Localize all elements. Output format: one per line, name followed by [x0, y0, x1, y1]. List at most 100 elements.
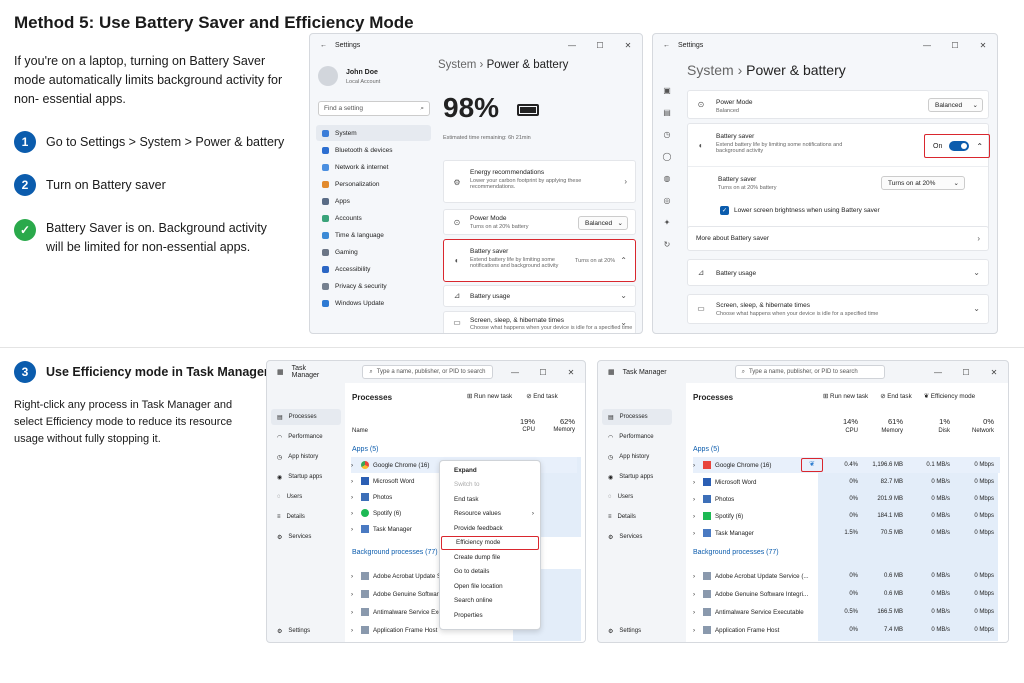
minimize-icon[interactable]: —: [558, 41, 586, 50]
energy-recommendations-card[interactable]: ⚙ Energy recommendations Lower your carbon…: [443, 160, 636, 203]
close-icon[interactable]: ✕: [980, 368, 1008, 377]
table-row[interactable]: › Microsoft Word 0% 82.7 MB 0 MB/s 0 Mbps: [693, 474, 1000, 490]
minimize-icon[interactable]: —: [913, 41, 941, 50]
person-icon[interactable]: ◯: [659, 152, 675, 161]
sidebar-item-startup[interactable]: ◉ Startup apps: [271, 469, 341, 485]
nav-item-update[interactable]: Windows Update: [316, 295, 431, 311]
cpu-column-header[interactable]: CPU: [818, 428, 858, 434]
end-task-button[interactable]: ⊘ End task: [880, 393, 912, 400]
process-search-input[interactable]: ⌕ Type a name, publisher, or PID to searc…: [734, 365, 885, 379]
disk-column-header[interactable]: Disk: [910, 428, 950, 434]
close-icon[interactable]: ✕: [557, 368, 585, 377]
menu-item-resource-values[interactable]: Resource values ›: [440, 507, 540, 522]
nav-item-personalization[interactable]: Personalization: [316, 176, 431, 192]
sidebar-item-performance[interactable]: ◠ Performance: [602, 429, 672, 445]
nav-item-privacy[interactable]: Privacy & security: [316, 278, 431, 294]
battery-saver-card[interactable]: ◐ Battery saver Extend battery life by lim…: [443, 239, 636, 282]
network-column-header[interactable]: Network: [954, 428, 994, 434]
expand-chevron-icon[interactable]: ›: [693, 573, 703, 580]
menu-item-search-online[interactable]: Search online: [440, 594, 540, 609]
menu-item-go-to-details[interactable]: Go to details: [440, 565, 540, 580]
sidebar-item-users[interactable]: ◌ Users: [271, 489, 341, 505]
sidebar-item-settings[interactable]: ⚙ Settings: [602, 623, 672, 639]
cpu-column-header[interactable]: CPU: [511, 427, 535, 433]
expand-chevron-icon[interactable]: ›: [351, 478, 361, 485]
table-row[interactable]: › Antimalware Service Executable 0.5% 166.5…: [693, 604, 1000, 620]
expand-chevron-icon[interactable]: ›: [351, 494, 361, 501]
battery-usage-card[interactable]: ⊿ Battery usage ⌄: [443, 285, 636, 307]
end-task-button[interactable]: ⊘ End task: [526, 393, 558, 400]
sidebar-item-processes[interactable]: ▤ Processes: [271, 409, 341, 425]
nav-item-network[interactable]: Network & internet: [316, 159, 431, 175]
search-input[interactable]: Find a setting ⌕: [318, 101, 430, 116]
maximize-icon[interactable]: ☐: [952, 368, 980, 377]
memory-column-header[interactable]: Memory: [545, 427, 575, 433]
battery-usage-card[interactable]: ⊿ Battery usage ⌄: [687, 259, 989, 286]
run-new-task-button[interactable]: ⊞ Run new task: [467, 393, 512, 400]
lower-brightness-option[interactable]: ✓ Lower screen brightness when using Batt…: [720, 206, 880, 215]
menu-item-open-location[interactable]: Open file location: [440, 579, 540, 594]
globe-icon[interactable]: ◍: [659, 174, 675, 183]
table-row[interactable]: › Adobe Genuine Software Integri... 0% 0.6 …: [693, 586, 1000, 602]
update-icon[interactable]: ↻: [659, 240, 675, 249]
back-arrow-icon[interactable]: ←: [663, 42, 670, 49]
nav-item-time[interactable]: Time & language: [316, 227, 431, 243]
menu-item-end-task[interactable]: End task: [440, 492, 540, 507]
checkbox-checked-icon[interactable]: ✓: [720, 206, 729, 215]
close-icon[interactable]: ✕: [614, 41, 642, 50]
sidebar-item-details[interactable]: ≡ Details: [271, 509, 341, 525]
menu-item-provide-feedback[interactable]: Provide feedback: [440, 521, 540, 536]
nav-item-accounts[interactable]: Accounts: [316, 210, 431, 226]
table-row[interactable]: › Photos 0% 201.9 MB 0 MB/s 0 Mbps: [693, 491, 1000, 507]
gamepad-icon[interactable]: ◎: [659, 196, 675, 205]
screen-sleep-card[interactable]: ▭ Screen, sleep, & hibernate times Choose …: [687, 294, 989, 324]
table-row[interactable]: › Application Frame Host 0% 7.4 MB 0 MB/s 0 M…: [693, 622, 1000, 638]
table-row[interactable]: › Google Chrome (16) 0.4% 1,196.6 MB 0.1 MB/…: [693, 457, 1000, 473]
efficiency-mode-button[interactable]: ❦ Efficiency mode: [924, 393, 975, 400]
nav-item-gaming[interactable]: Gaming: [316, 244, 431, 260]
sidebar-item-services[interactable]: ⚙ Services: [271, 529, 341, 545]
expand-chevron-icon[interactable]: ›: [693, 530, 703, 537]
clock-icon[interactable]: ◷: [659, 130, 675, 139]
threshold-dropdown[interactable]: Turns on at 20% ⌄: [881, 176, 965, 190]
expand-chevron-icon[interactable]: ›: [351, 627, 361, 634]
nav-item-system[interactable]: System: [316, 125, 431, 141]
battery-saver-toggle-highlight[interactable]: On ⌃: [924, 134, 990, 158]
sidebar-item-details[interactable]: ≡ Details: [602, 509, 672, 525]
expand-chevron-icon[interactable]: ›: [351, 526, 361, 533]
maximize-icon[interactable]: ☐: [586, 41, 614, 50]
battery-saver-toggle[interactable]: [949, 141, 970, 151]
power-mode-dropdown[interactable]: Balanced ⌄: [928, 98, 983, 112]
accessibility-icon[interactable]: ✦: [659, 218, 675, 227]
expand-chevron-icon[interactable]: ›: [351, 510, 361, 517]
expand-chevron-icon[interactable]: ›: [693, 496, 703, 503]
minimize-icon[interactable]: —: [924, 368, 952, 377]
menu-item-efficiency-mode[interactable]: Efficiency mode: [441, 535, 539, 550]
nav-item-bluetooth[interactable]: Bluetooth & devices: [316, 142, 431, 158]
close-icon[interactable]: ✕: [969, 41, 997, 50]
menu-item-expand[interactable]: Expand: [440, 463, 540, 478]
expand-chevron-icon[interactable]: ›: [351, 591, 361, 598]
sidebar-item-app-history[interactable]: ◷ App history: [271, 449, 341, 465]
breadcrumb-root[interactable]: System: [438, 59, 476, 71]
table-row[interactable]: › Spotify (6) 0% 184.1 MB 0 MB/s 0 Mbps: [693, 508, 1000, 524]
table-row[interactable]: › Task Manager 1.5% 70.5 MB 0 MB/s 0 Mbps: [693, 525, 1000, 541]
more-battery-saver-link[interactable]: More about Battery saver ›: [687, 226, 989, 251]
sidebar-item-processes[interactable]: ▤ Processes: [602, 409, 672, 425]
expand-chevron-icon[interactable]: ›: [693, 591, 703, 598]
image-icon[interactable]: ▤: [659, 108, 675, 117]
nav-item-accessibility[interactable]: Accessibility: [316, 261, 431, 277]
sidebar-item-services[interactable]: ⚙ Services: [602, 529, 672, 545]
chevron-up-icon[interactable]: ⌃: [620, 256, 627, 265]
expand-chevron-icon[interactable]: ›: [693, 627, 703, 634]
maximize-icon[interactable]: ☐: [529, 368, 557, 377]
expand-chevron-icon[interactable]: ›: [351, 609, 361, 616]
maximize-icon[interactable]: ☐: [941, 41, 969, 50]
expand-chevron-icon[interactable]: ›: [693, 513, 703, 520]
expand-chevron-icon[interactable]: ›: [693, 462, 703, 469]
run-new-task-button[interactable]: ⊞ Run new task: [823, 393, 868, 400]
process-search-input[interactable]: ⌕ Type a name, publisher, or PID to searc…: [362, 365, 493, 379]
nav-item-apps[interactable]: Apps: [316, 193, 431, 209]
name-column-header[interactable]: Name: [352, 428, 368, 434]
sidebar-item-settings[interactable]: ⚙ Settings: [271, 623, 341, 639]
